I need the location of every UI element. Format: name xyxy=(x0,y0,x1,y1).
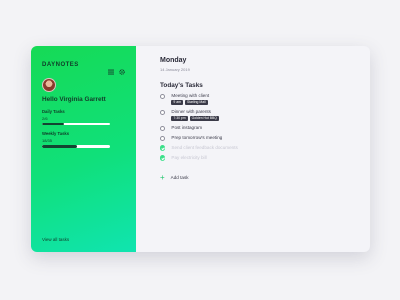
task-checkbox[interactable] xyxy=(160,93,166,99)
task-title: Meeting with client xyxy=(171,93,210,98)
task-body: Dinner with parents 7:30 pm Golden Hut BBQ xyxy=(171,109,219,122)
date-label: 14 January 2019 xyxy=(160,67,190,72)
task-item[interactable]: Post instagram xyxy=(160,125,346,132)
task-body: Prep tomorrow's meeting xyxy=(171,135,222,140)
task-title: Send client feedback documents xyxy=(171,144,238,150)
weekly-tasks-stat: Weekly Tasks 18/35 xyxy=(42,131,125,148)
task-title: Dinner with parents xyxy=(171,109,211,115)
checked-circle-icon[interactable] xyxy=(160,145,166,151)
task-item[interactable]: Prep tomorrow's meeting xyxy=(160,135,346,141)
task-tags: 7:30 pm Golden Hut BBQ xyxy=(171,115,219,122)
task-tag: Starling Mall xyxy=(184,99,208,106)
task-item[interactable]: Meeting with client 9 am Starling Mall xyxy=(160,93,346,106)
avatar[interactable] xyxy=(42,78,56,92)
view-all-tasks-link[interactable]: View all tasks xyxy=(42,237,69,242)
daily-tasks-value: 2/6 xyxy=(42,116,48,121)
task-body: Meeting with client 9 am Starling Mall xyxy=(171,93,210,106)
app-card: DAYNOTES Hello Virginia Garrett Daily Ta… xyxy=(31,46,370,252)
task-title: Post instagram xyxy=(171,125,203,131)
weekly-progress-fill xyxy=(42,145,77,148)
daily-progress-fill xyxy=(42,123,65,126)
task-title: Prep tomorrow's meeting xyxy=(171,135,223,141)
task-body: Pay electricity bill xyxy=(171,155,206,160)
task-list: Meeting with client 9 am Starling Mall Dinn… xyxy=(160,93,346,161)
daily-progress-bar xyxy=(42,123,110,126)
task-item[interactable]: Pay electricity bill xyxy=(160,155,346,161)
task-checkbox[interactable] xyxy=(160,125,166,132)
task-tag: 7:30 pm xyxy=(171,115,188,122)
sidebar-icons xyxy=(108,62,125,75)
list-icon[interactable] xyxy=(108,62,114,75)
day-title: Monday xyxy=(160,57,187,64)
task-tags: 9 am Starling Mall xyxy=(171,99,209,106)
daily-tasks-label: Daily Tasks xyxy=(42,109,65,114)
task-item[interactable]: Dinner with parents 7:30 pm Golden Hut BBQ xyxy=(160,109,346,122)
checked-circle-icon[interactable] xyxy=(160,155,166,161)
task-title: Pay electricity bill xyxy=(171,154,207,160)
weekly-tasks-label: Weekly Tasks xyxy=(42,131,70,137)
brand-logo: DAYNOTES xyxy=(42,62,79,68)
task-tag: Golden Hut BBQ xyxy=(189,115,219,122)
main-panel: Monday 14 January 2019 Today's Tasks Mee… xyxy=(136,46,370,252)
task-body: Send client feedback documents xyxy=(171,145,237,150)
weekly-progress-bar xyxy=(42,145,110,148)
plus-icon: + xyxy=(160,172,165,182)
greeting: Hello Virginia Garrett xyxy=(42,96,106,103)
weekly-tasks-value: 18/35 xyxy=(42,138,53,144)
task-tag: 9 am xyxy=(171,99,183,106)
add-task-label: Add task xyxy=(170,175,189,181)
gear-icon[interactable] xyxy=(119,62,125,75)
task-body: Post instagram xyxy=(171,125,202,130)
task-checkbox[interactable] xyxy=(160,135,166,141)
task-item[interactable]: Send client feedback documents xyxy=(160,145,346,151)
daily-tasks-stat: Daily Tasks 2/6 xyxy=(42,109,125,126)
section-title: Today's Tasks xyxy=(160,82,203,89)
task-checkbox[interactable] xyxy=(160,109,166,115)
sidebar: DAYNOTES Hello Virginia Garrett Daily Ta… xyxy=(31,46,136,252)
sidebar-header: DAYNOTES xyxy=(42,62,125,75)
add-task-button[interactable]: + Add task xyxy=(160,172,346,182)
